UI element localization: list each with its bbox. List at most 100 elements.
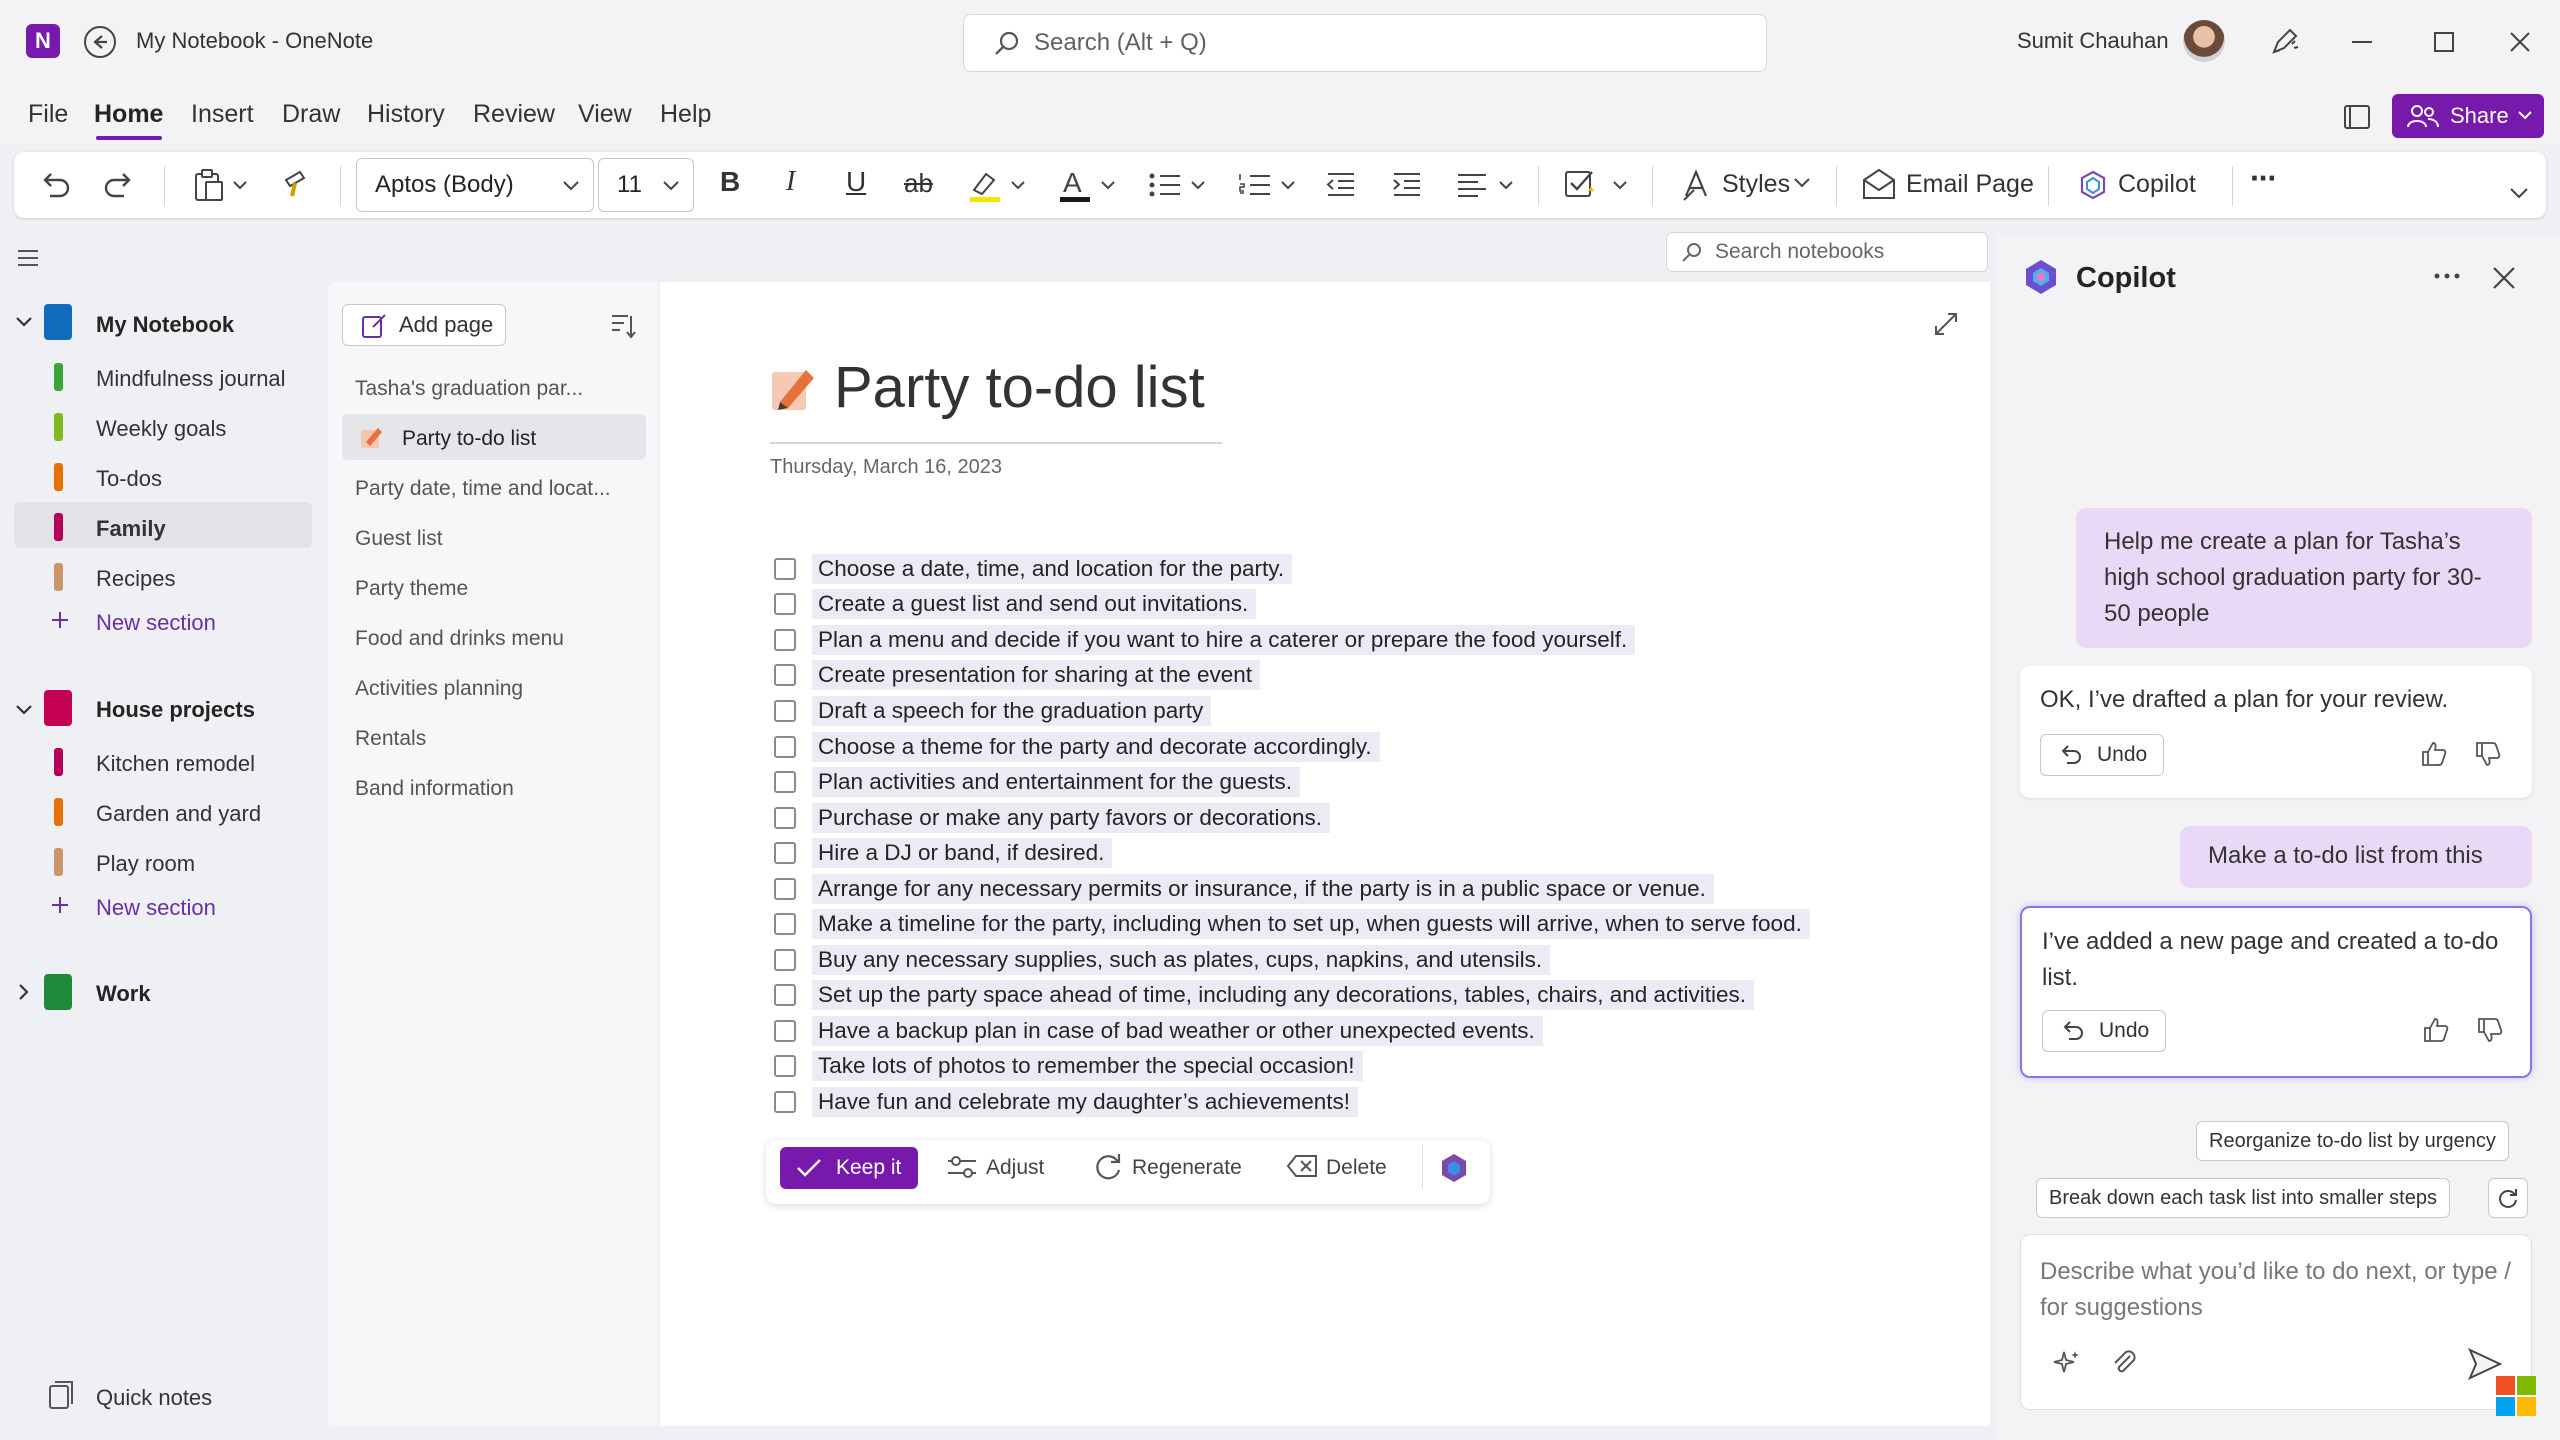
section-weekly-goals[interactable]: Weekly goals — [96, 416, 226, 442]
section-kitchen-remodel[interactable]: Kitchen remodel — [96, 751, 255, 777]
pen-icon[interactable] — [2266, 24, 2302, 60]
copilot-icon[interactable] — [1438, 1152, 1470, 1184]
todo-item[interactable]: Create presentation for sharing at the e… — [774, 660, 1261, 690]
font-color-icon[interactable]: A — [1056, 166, 1120, 204]
page-item[interactable]: Party to-do list — [402, 427, 536, 451]
delete-icon[interactable] — [1286, 1152, 1318, 1180]
todo-item[interactable]: Have fun and celebrate my daughter’s ach… — [774, 1087, 1358, 1117]
sort-icon[interactable] — [610, 312, 636, 340]
todo-item[interactable]: Draft a speech for the graduation party — [774, 696, 1212, 726]
highlight-icon[interactable] — [966, 166, 1030, 204]
tab-help[interactable]: Help — [660, 100, 711, 129]
maximize-button[interactable] — [2426, 24, 2462, 60]
todo-checkbox[interactable] — [774, 949, 796, 971]
page-item[interactable]: Activities planning — [355, 677, 523, 701]
copilot-ribbon-label[interactable]: Copilot — [2118, 170, 2196, 199]
section-garden-and-yard[interactable]: Garden and yard — [96, 801, 261, 827]
todo-item[interactable]: Arrange for any necessary permits or ins… — [774, 874, 1714, 904]
todo-checkbox[interactable] — [774, 629, 796, 651]
close-icon[interactable] — [2490, 264, 2518, 292]
underline-button[interactable]: U — [846, 166, 866, 198]
undo-button[interactable]: Undo — [2040, 734, 2164, 776]
font-size-dropdown[interactable]: 11 — [598, 158, 694, 212]
todo-checkbox[interactable] — [774, 593, 796, 615]
expand-icon[interactable] — [1932, 310, 1960, 338]
page-title[interactable]: Party to-do list — [834, 354, 1205, 421]
todo-item[interactable]: Plan activities and entertainment for th… — [774, 767, 1301, 797]
todo-item[interactable]: Choose a date, time, and location for th… — [774, 554, 1293, 584]
undo-button[interactable]: Undo — [2042, 1010, 2166, 1052]
tab-review[interactable]: Review — [473, 100, 555, 129]
todo-item[interactable]: Make a timeline for the party, including… — [774, 909, 1810, 939]
todo-checkbox[interactable] — [774, 878, 796, 900]
page-item[interactable]: Food and drinks menu — [355, 627, 564, 651]
tab-insert[interactable]: Insert — [191, 100, 254, 129]
increase-indent-icon[interactable] — [1388, 166, 1426, 204]
page-item[interactable]: Guest list — [355, 527, 443, 551]
new-section-link[interactable]: New section — [96, 610, 216, 636]
todo-item[interactable]: Purchase or make any party favors or dec… — [774, 803, 1330, 833]
chevron-down-icon[interactable] — [1794, 178, 1810, 188]
keep-it-button[interactable]: Keep it — [780, 1147, 918, 1189]
styles-label[interactable]: Styles — [1722, 170, 1790, 199]
section-mindfulness-journal[interactable]: Mindfulness journal — [96, 366, 286, 392]
refresh-suggestions-button[interactable] — [2488, 1178, 2528, 1218]
todo-item[interactable]: Have a backup plan in case of bad weathe… — [774, 1016, 1543, 1046]
todo-checkbox[interactable] — [774, 736, 796, 758]
chevron-right-icon[interactable] — [18, 984, 30, 1000]
search-notebooks-input[interactable]: Search notebooks — [1666, 232, 1988, 272]
page-item[interactable]: Band information — [355, 777, 514, 801]
todo-checkbox[interactable] — [774, 558, 796, 580]
section-to-dos[interactable]: To-dos — [96, 466, 162, 492]
styles-icon[interactable] — [1680, 166, 1714, 204]
delete-button[interactable]: Delete — [1326, 1156, 1387, 1180]
chevron-down-icon[interactable] — [16, 316, 32, 328]
notebook-work[interactable]: Work — [96, 981, 151, 1007]
todo-item[interactable]: Take lots of photos to remember the spec… — [774, 1051, 1363, 1081]
todo-item[interactable]: Set up the party space ahead of time, in… — [774, 980, 1755, 1010]
todo-checkbox[interactable] — [774, 1020, 796, 1042]
regenerate-button[interactable]: Regenerate — [1132, 1156, 1242, 1180]
tab-draw[interactable]: Draw — [282, 100, 340, 129]
todo-item[interactable]: Hire a DJ or band, if desired. — [774, 838, 1113, 868]
tab-history[interactable]: History — [367, 100, 445, 129]
adjust-icon[interactable] — [946, 1152, 978, 1182]
tag-icon[interactable] — [1562, 166, 1634, 204]
align-icon[interactable] — [1454, 166, 1518, 204]
close-window-button[interactable] — [2502, 24, 2538, 60]
bullets-icon[interactable] — [1146, 166, 1210, 204]
decrease-indent-icon[interactable] — [1322, 166, 1360, 204]
thumbs-up-icon[interactable] — [2422, 1016, 2450, 1044]
immersive-reader-icon[interactable] — [2340, 100, 2374, 134]
format-painter-icon[interactable] — [278, 166, 316, 204]
todo-item[interactable]: Buy any necessary supplies, such as plat… — [774, 945, 1551, 975]
todo-item[interactable]: Choose a theme for the party and decorat… — [774, 732, 1380, 762]
todo-checkbox[interactable] — [774, 807, 796, 829]
redo-icon[interactable] — [100, 166, 138, 204]
page-item[interactable]: Rentals — [355, 727, 426, 751]
tab-file[interactable]: File — [28, 100, 68, 129]
todo-item[interactable]: Create a guest list and send out invitat… — [774, 589, 1257, 619]
todo-checkbox[interactable] — [774, 700, 796, 722]
suggestion-chip[interactable]: Reorganize to-do list by urgency — [2196, 1121, 2509, 1161]
todo-checkbox[interactable] — [774, 842, 796, 864]
menu-icon[interactable] — [16, 248, 40, 268]
section-play-room[interactable]: Play room — [96, 851, 195, 877]
chevron-down-icon[interactable] — [16, 704, 32, 716]
thumbs-down-icon[interactable] — [2474, 740, 2502, 768]
adjust-button[interactable]: Adjust — [986, 1156, 1044, 1180]
email-page-label[interactable]: Email Page — [1906, 170, 2034, 199]
section-family[interactable]: Family — [96, 516, 166, 542]
search-input[interactable]: Search (Alt + Q) — [963, 14, 1767, 72]
page-item[interactable]: Party theme — [355, 577, 468, 601]
page-item[interactable]: Party date, time and locat... — [355, 477, 611, 501]
todo-checkbox[interactable] — [774, 664, 796, 686]
todo-checkbox[interactable] — [774, 913, 796, 935]
attach-icon[interactable] — [2110, 1348, 2138, 1378]
section-recipes[interactable]: Recipes — [96, 566, 175, 592]
todo-checkbox[interactable] — [774, 984, 796, 1006]
minimize-button[interactable] — [2344, 24, 2380, 60]
thumbs-up-icon[interactable] — [2420, 740, 2448, 768]
numbering-icon[interactable] — [1236, 166, 1300, 204]
copilot-more-icon[interactable] — [2432, 266, 2462, 286]
